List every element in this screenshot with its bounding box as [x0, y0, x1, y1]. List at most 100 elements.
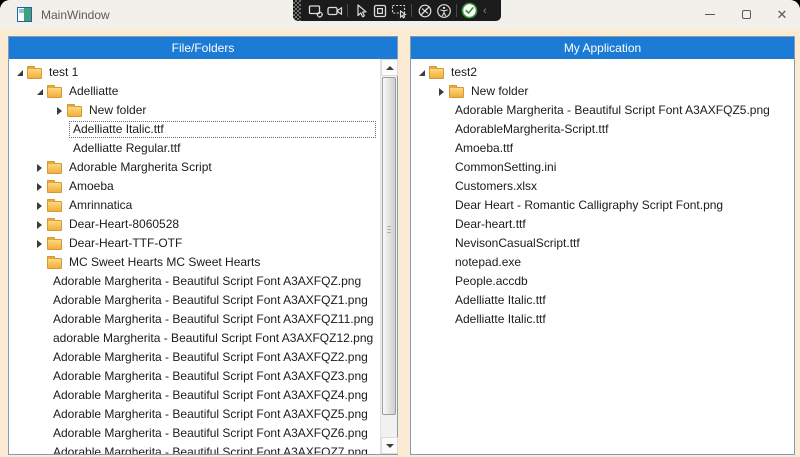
- tree-row[interactable]: Amoeba: [9, 177, 380, 196]
- drag-handle[interactable]: [293, 0, 301, 21]
- tree-folder-label: test2: [447, 64, 481, 81]
- accessibility-icon: [436, 3, 452, 19]
- tree-file-label: Adorable Margherita - Beautiful Script F…: [451, 102, 774, 119]
- tree-row[interactable]: People.accdb: [411, 272, 794, 291]
- close-button[interactable]: ✕: [764, 0, 800, 29]
- tree-file-label: Adorable Margherita - Beautiful Script F…: [49, 444, 372, 454]
- my-application-header: My Application: [411, 37, 794, 59]
- expander-collapsed-icon[interactable]: [57, 107, 67, 115]
- tree-row[interactable]: Adorable Margherita Script: [9, 158, 380, 177]
- expander-expanded-icon[interactable]: [37, 89, 47, 95]
- expander-collapsed-icon[interactable]: [439, 88, 449, 96]
- tree-file-label: notepad.exe: [451, 254, 525, 271]
- tree-row[interactable]: Amrinnatica: [9, 196, 380, 215]
- tree-row[interactable]: Dear-Heart-8060528: [9, 215, 380, 234]
- maximize-button[interactable]: [728, 0, 764, 29]
- tree-row[interactable]: New folder: [411, 82, 794, 101]
- tree-row[interactable]: Customers.xlsx: [411, 177, 794, 196]
- tree-row[interactable]: NevisonCasualScript.ttf: [411, 234, 794, 253]
- tree-row[interactable]: Adelliatte Regular.ttf: [9, 139, 380, 158]
- tree-row[interactable]: Adorable Margherita - Beautiful Script F…: [9, 291, 380, 310]
- tree-row[interactable]: Adorable Margherita - Beautiful Script F…: [9, 443, 380, 454]
- tree-file-label: Dear-heart.ttf: [451, 216, 530, 233]
- expander-collapsed-icon[interactable]: [37, 240, 47, 248]
- tree-row[interactable]: Adelliatte Italic.ttf: [411, 291, 794, 310]
- expander-collapsed-icon[interactable]: [37, 164, 47, 172]
- toolbar-separator: [456, 4, 457, 17]
- folder-icon: [47, 87, 62, 98]
- tree-row[interactable]: Adorable Margherita - Beautiful Script F…: [9, 386, 380, 405]
- scroll-down-button[interactable]: [381, 437, 398, 454]
- folder-icon: [47, 182, 62, 193]
- tree-file-label: Adorable Margherita - Beautiful Script F…: [49, 292, 372, 309]
- file-folders-tree: test 1AdelliatteNew folderAdelliatte Ita…: [9, 59, 380, 454]
- video-camera-icon: [327, 3, 343, 19]
- tree-row[interactable]: test2: [411, 63, 794, 82]
- tree-row[interactable]: CommonSetting.ini: [411, 158, 794, 177]
- tree-row[interactable]: test 1: [9, 63, 380, 82]
- tree-file-label: Adorable Margherita - Beautiful Script F…: [49, 311, 378, 328]
- tree-row[interactable]: notepad.exe: [411, 253, 794, 272]
- screen-settings-button[interactable]: [306, 1, 325, 20]
- scroll-up-button[interactable]: [381, 59, 398, 76]
- tree-file-label: Adorable Margherita - Beautiful Script F…: [49, 425, 372, 442]
- tree-file-label: Adelliatte Italic.ttf: [451, 311, 550, 328]
- success-check-button[interactable]: [460, 1, 479, 20]
- tree-row[interactable]: Adorable Margherita - Beautiful Script F…: [9, 405, 380, 424]
- tree-file-label: Adorable Margherita - Beautiful Script F…: [49, 349, 372, 366]
- tree-row[interactable]: Adorable Margherita - Beautiful Script F…: [411, 101, 794, 120]
- tree-row[interactable]: Amoeba.ttf: [411, 139, 794, 158]
- tree-row[interactable]: MC Sweet Hearts MC Sweet Hearts: [9, 253, 380, 272]
- tree-file-label: Dear Heart - Romantic Calligraphy Script…: [451, 197, 727, 214]
- tree-folder-label: New folder: [467, 83, 532, 100]
- tree-folder-label: Adorable Margherita Script: [65, 159, 216, 176]
- tree-row[interactable]: Dear-heart.ttf: [411, 215, 794, 234]
- tree-row[interactable]: Dear-Heart-TTF-OTF: [9, 234, 380, 253]
- vertical-scrollbar[interactable]: [380, 59, 397, 454]
- expander-collapsed-icon[interactable]: [37, 202, 47, 210]
- tree-row[interactable]: Adorable Margherita - Beautiful Script F…: [9, 348, 380, 367]
- folder-icon: [47, 201, 62, 212]
- tree-row[interactable]: Adorable Margherita - Beautiful Script F…: [9, 272, 380, 291]
- tree-file-label: Adelliatte Italic.ttf: [451, 292, 550, 309]
- tree-row[interactable]: AdorableMargherita-Script.ttf: [411, 120, 794, 139]
- tree-row[interactable]: Adorable Margherita - Beautiful Script F…: [9, 367, 380, 386]
- scrollbar-thumb[interactable]: [382, 77, 396, 415]
- expander-expanded-icon[interactable]: [17, 70, 27, 76]
- tree-row[interactable]: Adorable Margherita - Beautiful Script F…: [9, 424, 380, 443]
- tree-row[interactable]: Adelliatte: [9, 82, 380, 101]
- tree-row[interactable]: adorable Margherita - Beautiful Script F…: [9, 329, 380, 348]
- tree-row[interactable]: Adelliatte Italic.ttf: [9, 120, 380, 139]
- lasso-select-button[interactable]: [389, 1, 408, 20]
- lasso-select-icon: [391, 3, 407, 19]
- expander-collapsed-icon[interactable]: [37, 183, 47, 191]
- tree-folder-label: Dear-Heart-TTF-OTF: [65, 235, 186, 252]
- tree-row[interactable]: New folder: [9, 101, 380, 120]
- tree-row[interactable]: Adorable Margherita - Beautiful Script F…: [9, 310, 380, 329]
- video-camera-button[interactable]: [325, 1, 344, 20]
- folder-icon: [47, 239, 62, 250]
- slashed-circle-button[interactable]: [415, 1, 434, 20]
- tree-file-label: People.accdb: [451, 273, 532, 290]
- tree-file-label: Customers.xlsx: [451, 178, 541, 195]
- cursor-button[interactable]: [351, 1, 370, 20]
- tree-file-label: Amoeba.ttf: [451, 140, 517, 157]
- tree-folder-label: MC Sweet Hearts MC Sweet Hearts: [65, 254, 264, 271]
- minimize-button[interactable]: [692, 0, 728, 29]
- my-application-panel: My Application test2 New folder Adorable M…: [410, 36, 795, 455]
- folder-icon: [47, 163, 62, 174]
- tree-row[interactable]: Dear Heart - Romantic Calligraphy Script…: [411, 196, 794, 215]
- window-title: MainWindow: [41, 8, 110, 22]
- tree-row[interactable]: Adelliatte Italic.ttf: [411, 310, 794, 329]
- expander-collapsed-icon[interactable]: [37, 221, 47, 229]
- expander-expanded-icon[interactable]: [419, 70, 429, 76]
- scroll-down-icon: [386, 444, 394, 448]
- collapse-chevron-icon[interactable]: ‹: [483, 5, 487, 17]
- file-folders-panel: File/Folders test 1AdelliatteNew folderA…: [8, 36, 398, 455]
- tree-file-label: CommonSetting.ini: [451, 159, 560, 176]
- frame-icon: [372, 3, 388, 19]
- accessibility-button[interactable]: [434, 1, 453, 20]
- frame-button[interactable]: [370, 1, 389, 20]
- file-folders-header: File/Folders: [9, 37, 397, 59]
- tree-file-label: Adorable Margherita - Beautiful Script F…: [49, 387, 372, 404]
